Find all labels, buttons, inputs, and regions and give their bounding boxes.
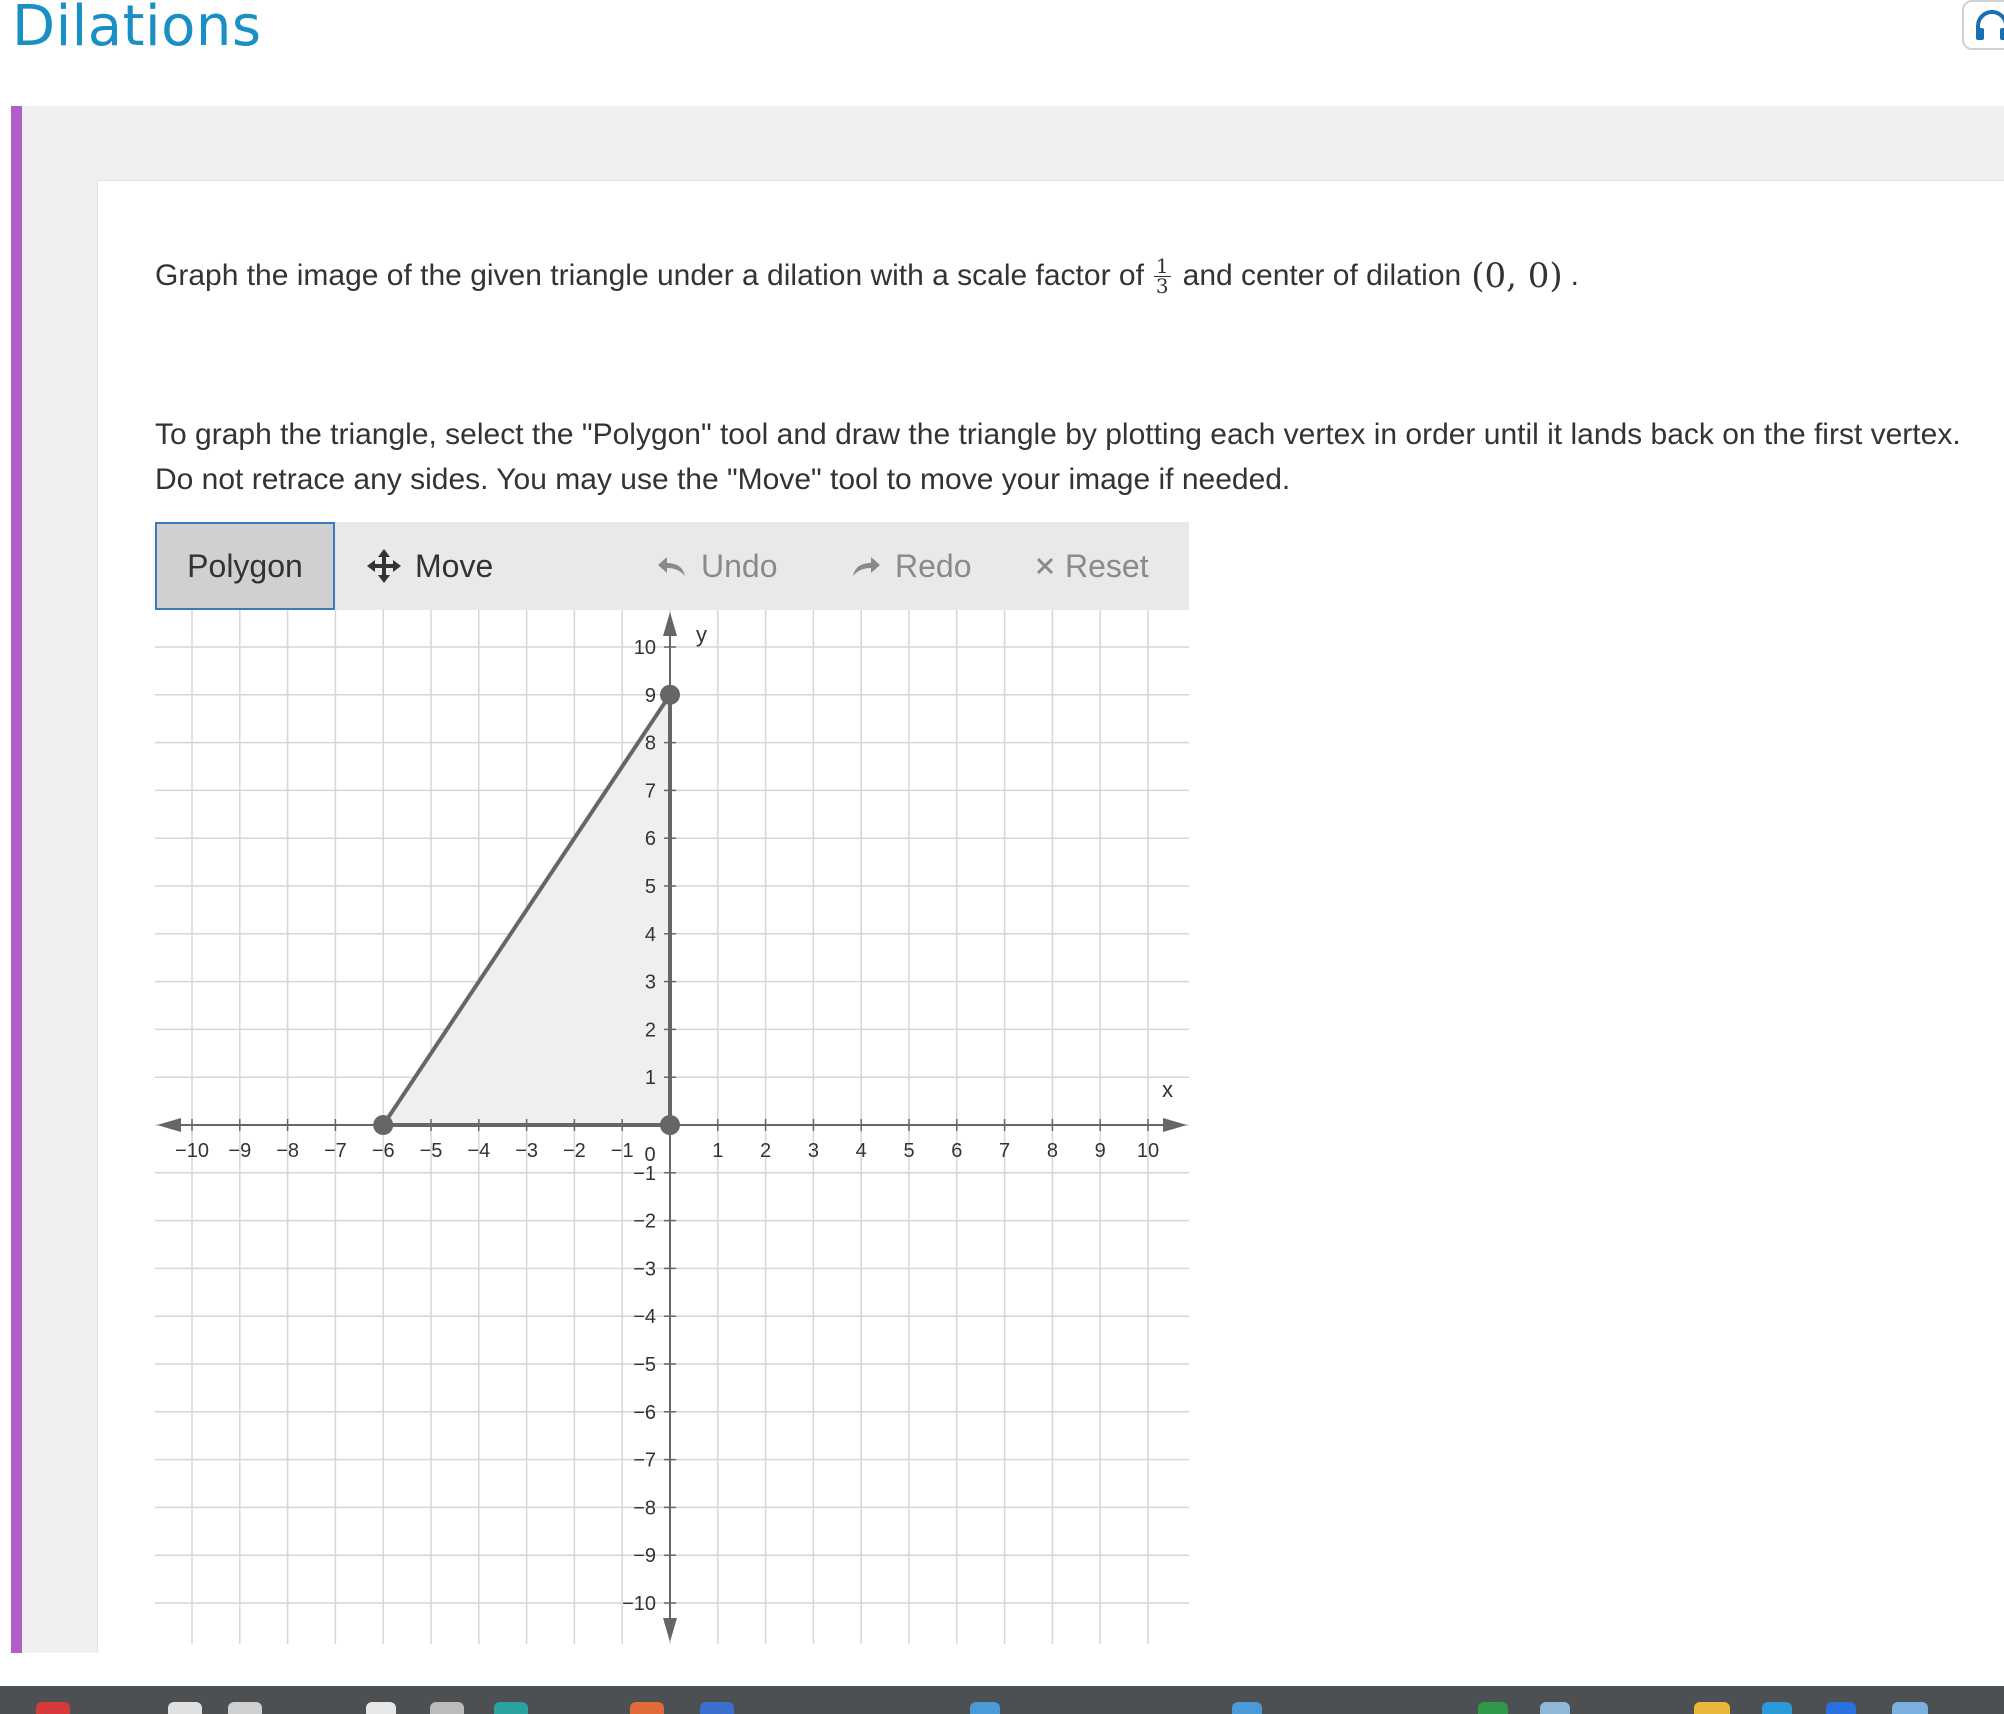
coordinate-graph[interactable]: −10 −9 −8 −7 −6 −5 −4 −3 −2 −1 0 1 2 3 4 5 6 7 8 9 10 −10 −9 −8… (155, 610, 1189, 1644)
prompt-text: Graph the image of the given triangle un… (155, 259, 1144, 292)
taskbar-app-icon[interactable] (168, 1702, 202, 1714)
triangle-vertex[interactable] (660, 1115, 680, 1135)
page-title: Dilations (12, 0, 262, 59)
x-axis-label: x (1162, 1077, 1173, 1102)
redo-label: Redo (895, 547, 972, 584)
instructions-text: To graph the triangle, select the "Polyg… (155, 418, 1961, 496)
x-tick-label: 5 (903, 1140, 914, 1162)
x-tick-label: −5 (420, 1140, 443, 1162)
headphones-button[interactable] (1962, 0, 2004, 50)
y-tick-label: −10 (622, 1593, 656, 1615)
taskbar-app-icon[interactable] (630, 1702, 664, 1714)
polygon-tool-button[interactable]: Polygon (155, 522, 335, 610)
y-tick-label: −3 (633, 1258, 656, 1280)
close-x-icon (1035, 556, 1055, 576)
y-tick-label: 2 (645, 1019, 656, 1041)
move-label: Move (415, 547, 494, 584)
polygon-label: Polygon (187, 547, 303, 584)
taskbar-app-icon[interactable] (1540, 1702, 1570, 1714)
graph-toolbar: Polygon Move Undo Redo Reset (155, 522, 1189, 610)
y-tick-label: −7 (633, 1450, 656, 1472)
y-tick-label: 8 (645, 733, 656, 755)
y-tick-label: 6 (645, 828, 656, 850)
taskbar-app-icon[interactable] (494, 1702, 528, 1714)
taskbar-app-icon[interactable] (1826, 1702, 1856, 1714)
taskbar-app-icon[interactable] (1762, 1702, 1792, 1714)
y-tick-label: 10 (634, 637, 656, 659)
taskbar-app-icon[interactable] (700, 1702, 734, 1714)
triangle-vertex[interactable] (660, 684, 680, 705)
scale-denominator: 3 (1155, 273, 1169, 298)
undo-button[interactable]: Undo (657, 522, 778, 610)
x-tick-label: 7 (999, 1140, 1010, 1162)
question-prompt: Graph the image of the given triangle un… (155, 256, 1579, 298)
undo-label: Undo (701, 547, 778, 584)
undo-arrow-icon (657, 554, 687, 578)
prompt-end: . (1570, 259, 1579, 292)
x-axis-arrow-right (1163, 1118, 1187, 1132)
y-tick-label: −9 (633, 1545, 656, 1567)
move-arrows-icon (367, 549, 401, 583)
taskbar-app-icon[interactable] (228, 1702, 262, 1714)
x-tick-label: 10 (1137, 1140, 1159, 1162)
y-axis-label: y (696, 622, 707, 647)
y-axis-arrow-up (663, 612, 677, 636)
x-tick-label: 9 (1095, 1140, 1106, 1162)
reset-button[interactable]: Reset (1035, 522, 1149, 610)
x-tick-label: −2 (563, 1140, 586, 1162)
x-tick-label: 2 (760, 1140, 771, 1162)
coordinate-plane[interactable]: −10 −9 −8 −7 −6 −5 −4 −3 −2 −1 0 1 2 3 4 5 6 7 8 9 10−10−9−8… (155, 610, 1189, 1644)
x-tick-label: −10 (175, 1140, 209, 1162)
x-tick-label: −4 (467, 1140, 490, 1162)
y-tick-label: 9 (645, 685, 656, 707)
y-tick-label: 1 (645, 1067, 656, 1089)
y-tick-label: −1 (633, 1163, 656, 1185)
taskbar-app-icon[interactable] (36, 1702, 70, 1714)
taskbar-app-icon[interactable] (366, 1702, 396, 1714)
x-tick-label: 8 (1047, 1140, 1058, 1162)
y-tick-label: −6 (633, 1402, 656, 1424)
x-tick-label: −1 (611, 1140, 634, 1162)
headphones-icon (1976, 10, 2004, 40)
taskbar-app-icon[interactable] (1892, 1702, 1928, 1714)
scale-factor-fraction: 1 3 (1153, 256, 1171, 298)
y-axis-arrow-down (663, 1618, 677, 1642)
taskbar-app-icon[interactable] (1694, 1702, 1730, 1714)
move-tool-button[interactable]: Move (367, 522, 493, 610)
taskbar-app-icon[interactable] (970, 1702, 1000, 1714)
x-tick-label: −3 (515, 1140, 538, 1162)
y-tick-label: −5 (633, 1354, 656, 1376)
y-tick-label: −8 (633, 1497, 656, 1519)
x-tick-label: 4 (856, 1140, 867, 1162)
y-tick-label: 7 (645, 780, 656, 802)
taskbar-app-icon[interactable] (430, 1702, 464, 1714)
x-axis-arrow-left (157, 1118, 181, 1132)
prompt-middle-text: and center of dilation (1182, 259, 1462, 292)
y-tick-label: 4 (645, 924, 656, 946)
y-tick-label: −2 (633, 1211, 656, 1233)
y-tick-label: 5 (645, 876, 656, 898)
x-tick-label: −8 (276, 1140, 299, 1162)
x-tick-label: −7 (324, 1140, 347, 1162)
y-tick-label: 3 (645, 972, 656, 994)
y-tick-label: −4 (633, 1306, 656, 1328)
x-tick-label: 1 (712, 1140, 723, 1162)
x-tick-label: −6 (372, 1140, 395, 1162)
x-tick-label: 3 (808, 1140, 819, 1162)
triangle-vertex[interactable] (373, 1115, 394, 1135)
x-tick-label: −9 (228, 1140, 251, 1162)
taskbar-app-icon[interactable] (1232, 1702, 1262, 1714)
taskbar-app-icon[interactable] (1478, 1702, 1508, 1714)
redo-button[interactable]: Redo (851, 522, 972, 610)
center-point: (0, 0) (1471, 256, 1563, 296)
reset-label: Reset (1065, 547, 1149, 584)
x-tick-label: 6 (951, 1140, 962, 1162)
redo-arrow-icon (851, 554, 881, 578)
